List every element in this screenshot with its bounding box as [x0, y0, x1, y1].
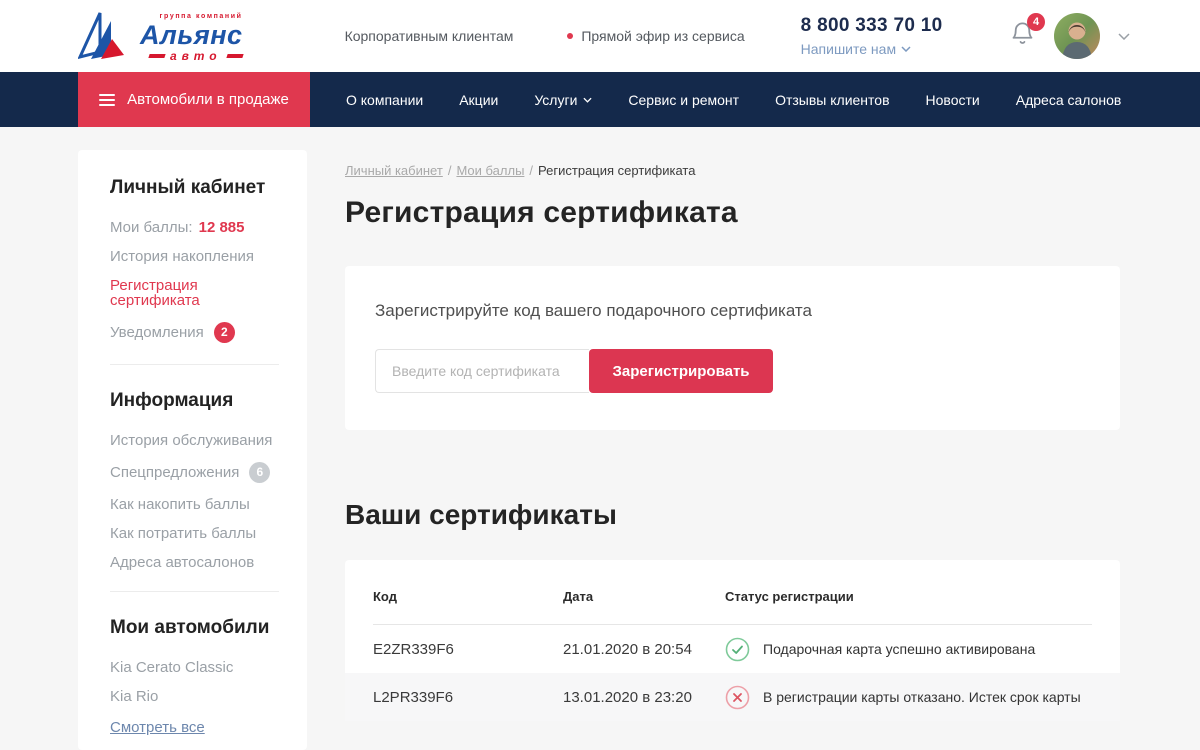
column-header-code: Код [373, 589, 563, 604]
nav-item-service-repair[interactable]: Сервис и ремонт [628, 92, 739, 108]
logo-sub-text: авто [170, 50, 222, 62]
sidebar-heading-my-cars: Мои автомобили [110, 617, 279, 639]
nav-item-addresses[interactable]: Адреса салонов [1016, 92, 1122, 108]
avatar-image [1054, 13, 1100, 59]
cert-code: L2PR339F6 [373, 689, 563, 706]
nav-item-about[interactable]: О компании [346, 92, 423, 108]
cert-status: В регистрации карты отказано. Истек срок… [725, 685, 1092, 710]
logo-bar-right [226, 54, 243, 58]
sidebar-item-dealer-addresses[interactable]: Адреса автосалонов [110, 555, 279, 570]
sidebar-item-spend-points[interactable]: Как потратить баллы [110, 526, 279, 541]
status-text: В регистрации карты отказано. Истек срок… [763, 689, 1081, 705]
main-navbar: Автомобили в продаже О компании Акции Ус… [0, 72, 1200, 127]
check-circle-icon [725, 637, 750, 662]
live-service-link[interactable]: Прямой эфир из сервиса [567, 28, 744, 44]
nav-item-services[interactable]: Услуги [534, 92, 592, 108]
sidebar-view-all-link[interactable]: Смотреть все [110, 719, 205, 736]
sidebar-item-specials[interactable]: Спецпредложения 6 [110, 462, 279, 483]
logo-name: Альянс [140, 22, 243, 49]
phone-block: 8 800 333 70 10 Напишите нам [801, 15, 943, 57]
register-button[interactable]: Зарегистрировать [589, 349, 773, 393]
sidebar: Личный кабинет Мои баллы: 12 885 История… [78, 150, 307, 750]
specials-label: Спецпредложения [110, 465, 239, 480]
logo-tagline: группа компаний [140, 13, 243, 20]
logo-bar-left [148, 54, 165, 58]
logo-text: группа компаний Альянс авто [140, 13, 243, 62]
table-row: L2PR339F6 13.01.2020 в 23:20 В регистрац… [345, 673, 1120, 721]
breadcrumb-points-link[interactable]: Мои баллы [456, 163, 524, 178]
sidebar-item-car-kia-cerato[interactable]: Kia Cerato Classic [110, 660, 279, 675]
sidebar-item-service-history[interactable]: История обслуживания [110, 433, 279, 448]
form-row: Зарегистрировать [375, 349, 1090, 393]
chevron-down-icon [583, 97, 592, 103]
certificate-code-input[interactable] [375, 349, 589, 393]
hamburger-icon [99, 94, 115, 106]
x-circle-icon [725, 685, 750, 710]
column-header-status: Статус регистрации [725, 589, 1092, 604]
cert-date: 21.01.2020 в 20:54 [563, 641, 725, 658]
logo[interactable]: группа компаний Альянс авто [78, 10, 243, 62]
points-label: Мои баллы: [110, 220, 193, 235]
logo-mark-icon [78, 10, 134, 62]
column-header-date: Дата [563, 589, 725, 604]
sidebar-heading-account: Личный кабинет [110, 177, 279, 199]
certificates-heading: Ваши сертификаты [345, 499, 1120, 531]
sidebar-item-earn-points[interactable]: Как накопить баллы [110, 497, 279, 512]
sidebar-divider [110, 364, 279, 365]
breadcrumb-separator: / [448, 163, 452, 178]
table-header-row: Код Дата Статус регистрации [373, 581, 1092, 624]
chevron-down-icon [901, 46, 911, 52]
nav-item-news[interactable]: Новости [926, 92, 980, 108]
cert-date: 13.01.2020 в 23:20 [563, 689, 725, 706]
notifications-label: Уведомления [110, 325, 204, 340]
status-text: Подарочная карта успешно активирована [763, 641, 1035, 657]
sidebar-heading-info: Информация [110, 390, 279, 412]
nav-links: О компании Акции Услуги Сервис и ремонт … [346, 72, 1121, 127]
sidebar-item-accrual-history[interactable]: История накопления [110, 249, 279, 264]
sidebar-item-cert-registration[interactable]: Регистрация сертификата [110, 278, 279, 308]
certificate-form-card: Зарегистрируйте код вашего подарочного с… [345, 266, 1120, 430]
cert-status: Подарочная карта успешно активирована [725, 637, 1092, 662]
avatar[interactable] [1054, 13, 1100, 59]
notifications-count-badge: 4 [1027, 13, 1045, 31]
sidebar-item-car-kia-rio[interactable]: Kia Rio [110, 689, 279, 704]
breadcrumb-separator: / [529, 163, 533, 178]
cars-for-sale-button[interactable]: Автомобили в продаже [78, 72, 310, 127]
content-area: Личный кабинет Мои баллы: 12 885 История… [0, 127, 1200, 750]
logo-sub: авто [140, 50, 243, 62]
nav-item-reviews[interactable]: Отзывы клиентов [775, 92, 889, 108]
notifications-bell-button[interactable]: 4 [1009, 20, 1036, 52]
cars-for-sale-label: Автомобили в продаже [127, 91, 289, 108]
nav-item-services-label: Услуги [534, 92, 577, 108]
breadcrumb: Личный кабинет / Мои баллы / Регистрация сер… [345, 163, 1120, 178]
sidebar-item-notifications[interactable]: Уведомления 2 [110, 322, 279, 343]
cert-code: E2ZR339F6 [373, 641, 563, 658]
main-panel: Личный кабинет / Мои баллы / Регистрация сер… [345, 150, 1120, 721]
corporate-clients-link[interactable]: Корпоративным клиентам [345, 28, 514, 44]
write-us-link[interactable]: Напишите нам [801, 41, 943, 57]
top-header: группа компаний Альянс авто Корпоративны… [0, 0, 1200, 72]
form-label: Зарегистрируйте код вашего подарочного с… [375, 301, 1090, 321]
sidebar-item-my-points[interactable]: Мои баллы: 12 885 [110, 220, 279, 235]
live-service-label: Прямой эфир из сервиса [581, 28, 744, 44]
profile-chevron-icon[interactable] [1118, 33, 1130, 40]
nav-item-promotions[interactable]: Акции [459, 92, 498, 108]
table-row: E2ZR339F6 21.01.2020 в 20:54 Подарочная … [345, 625, 1120, 673]
page-title: Регистрация сертификата [345, 196, 1120, 230]
specials-badge: 6 [249, 462, 270, 483]
notifications-badge: 2 [214, 322, 235, 343]
breadcrumb-account-link[interactable]: Личный кабинет [345, 163, 443, 178]
breadcrumb-current: Регистрация сертификата [538, 163, 695, 178]
points-value: 12 885 [199, 220, 245, 235]
phone-number[interactable]: 8 800 333 70 10 [801, 15, 943, 37]
header-right: 4 [1009, 13, 1130, 59]
red-dot-icon [567, 33, 573, 39]
certificates-table-card: Код Дата Статус регистрации E2ZR339F6 21… [345, 560, 1120, 721]
write-us-label: Напишите нам [801, 41, 896, 57]
sidebar-divider [110, 591, 279, 592]
